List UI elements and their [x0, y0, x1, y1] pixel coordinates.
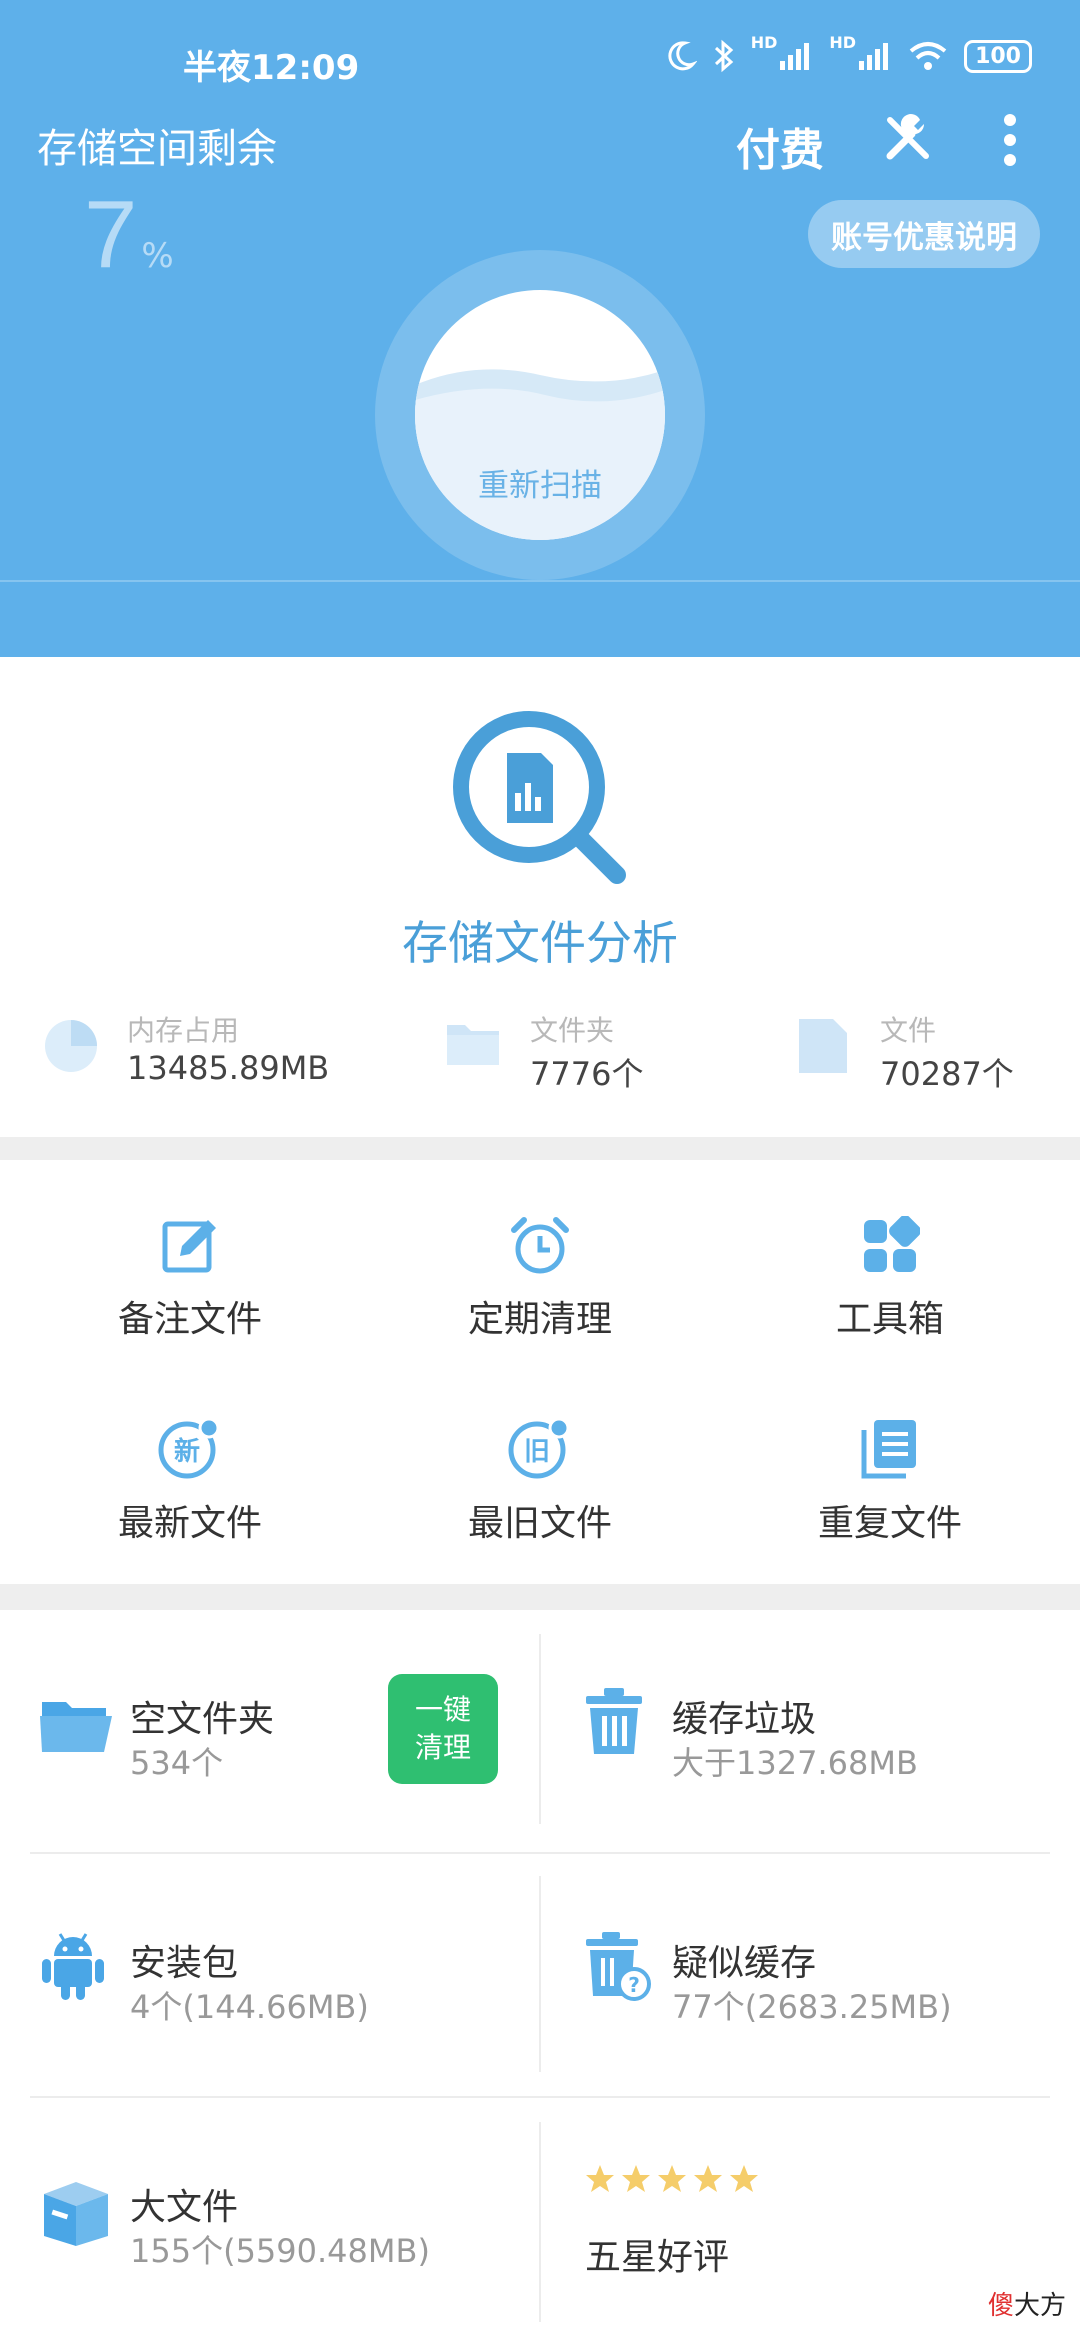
clean-button-line1: 一键 [414, 1693, 471, 1726]
pie-chart-icon [45, 1020, 97, 1072]
feature-newest-files[interactable]: 新 最新文件 [10, 1416, 370, 1546]
stat-files-value: 70287个 [880, 1055, 1014, 1093]
folder-icon [447, 1025, 499, 1065]
stat-folders-value: 7776个 [530, 1055, 644, 1093]
rescan-label: 重新扫描 [478, 468, 602, 504]
feature-note-label: 备注文件 [117, 1299, 262, 1340]
svg-text:?: ? [628, 1973, 640, 1997]
header-panel: 半夜12:09 HD HD 100 存储空间剩余 付费 7% 账号优惠说明 重新… [0, 0, 1080, 657]
hd-label-2: HD [829, 32, 857, 52]
percent-unit: % [141, 236, 174, 276]
stat-memory-value: 13485.89MB [127, 1049, 330, 1087]
cache-junk-size: 大于1327.68MB [672, 1744, 918, 1782]
cache-junk-title: 缓存垃圾 [672, 1699, 817, 1740]
feature-scheduled-label: 定期清理 [467, 1299, 612, 1340]
wifi-icon [909, 42, 947, 70]
battery-indicator: 100 [964, 39, 1032, 73]
star-icon [694, 2165, 722, 2192]
feature-toolbox[interactable]: 工具箱 [710, 1216, 1070, 1342]
open-folder-icon [40, 1702, 112, 1752]
feature-grid: 备注文件 定期清理 工具箱 新 最新文件 旧 最旧文件 重复文件 [0, 1160, 1080, 1584]
suspect-cache-title: 疑似缓存 [672, 1943, 817, 1984]
feature-duplicate-label: 重复文件 [817, 1503, 962, 1544]
tile-divider-v1 [539, 1634, 541, 1824]
star-icon [586, 2165, 614, 2192]
watermark: 傻大方 [988, 2285, 1066, 2322]
big-files-count: 155个(5590.48MB) [130, 2232, 430, 2270]
account-promo-button[interactable]: 账号优惠说明 [808, 200, 1040, 268]
feature-duplicate-files[interactable]: 重复文件 [710, 1416, 1070, 1546]
feature-note-files[interactable]: 备注文件 [10, 1216, 370, 1342]
status-icons: HD HD 100 [663, 33, 1032, 74]
empty-folder-count: 534个 [130, 1744, 224, 1782]
hd-label: HD [750, 32, 778, 52]
feature-newest-label: 最新文件 [117, 1503, 262, 1544]
clean-button-line2: 清理 [414, 1731, 471, 1764]
analysis-title: 存储文件分析 [402, 916, 678, 970]
stat-memory-label: 内存占用 [127, 1014, 240, 1047]
stat-folders-label: 文件夹 [530, 1014, 615, 1047]
box-icon [44, 2182, 108, 2246]
remaining-percent: 7% [84, 180, 174, 290]
svg-text:旧: 旧 [524, 1437, 550, 1467]
big-files-title: 大文件 [130, 2187, 239, 2228]
newest-file-icon: 新 [158, 1417, 220, 1479]
more-menu-icon[interactable] [1000, 110, 1020, 170]
tile-divider-v3 [539, 2122, 541, 2322]
edit-note-icon [162, 1220, 216, 1273]
tile-divider-v2 [539, 1876, 541, 2072]
five-star-rating[interactable] [585, 2164, 759, 2194]
toolbox-grid-icon [864, 1216, 920, 1272]
tile-cache-junk[interactable]: 缓存垃圾 大于1327.68MB [582, 1688, 1052, 1800]
tools-icon[interactable] [882, 112, 934, 164]
rescan-button[interactable]: 重新扫描 [415, 290, 665, 540]
magnifier-analysis-icon [453, 711, 626, 884]
status-bar: 半夜12:09 HD HD 100 [0, 0, 1080, 120]
analysis-card[interactable]: 存储文件分析 内存占用 13485.89MB 文件夹 7776个 文件 7028… [0, 657, 1080, 1137]
apk-title: 安装包 [130, 1943, 239, 1984]
one-click-clean-button[interactable]: 一键 清理 [388, 1674, 498, 1784]
duplicate-file-icon [861, 1420, 916, 1479]
watermark-part1: 傻 [987, 2291, 1014, 2321]
suspect-cache-count: 77个(2683.25MB) [672, 1988, 952, 2026]
wave-line [0, 580, 1080, 582]
page-title: 存储空间剩余 [37, 126, 277, 172]
apk-count: 4个(144.66MB) [130, 1988, 369, 2026]
file-icon [799, 1019, 847, 1073]
feature-toolbox-label: 工具箱 [835, 1299, 944, 1340]
trash-can-icon [586, 1688, 642, 1754]
pay-button[interactable]: 付费 [736, 114, 824, 178]
signal-icon [780, 43, 810, 70]
tile-big-files[interactable]: 大文件 155个(5590.48MB) [40, 2178, 520, 2288]
oldest-file-icon: 旧 [508, 1417, 570, 1479]
feature-oldest-label: 最旧文件 [467, 1503, 612, 1544]
bluetooth-icon [714, 39, 733, 73]
percent-value: 7 [84, 181, 138, 288]
svg-text:新: 新 [174, 1436, 200, 1467]
moon-icon [668, 41, 697, 71]
empty-folder-title: 空文件夹 [130, 1699, 275, 1740]
star-icon [658, 2165, 686, 2192]
stat-files-label: 文件 [880, 1014, 937, 1047]
tile-divider-h2 [30, 2096, 1050, 2098]
feature-oldest-files[interactable]: 旧 最旧文件 [360, 1416, 720, 1546]
watermark-part2: 大方 [1013, 2291, 1066, 2321]
tile-suspect-cache[interactable]: ? 疑似缓存 77个(2683.25MB) [582, 1932, 1052, 2044]
star-icon [730, 2165, 758, 2192]
feature-scheduled-clean[interactable]: 定期清理 [360, 1216, 720, 1342]
suspect-trash-icon: ? [586, 1932, 651, 2001]
signal-icon-2 [859, 43, 889, 70]
tile-divider-h1 [30, 1852, 1050, 1854]
status-time: 半夜12:09 [183, 48, 360, 88]
alarm-clock-icon [511, 1217, 569, 1274]
android-icon [42, 1933, 104, 2000]
star-icon [622, 2165, 650, 2192]
five-star-review-label[interactable]: 五星好评 [585, 2228, 729, 2280]
tile-apk[interactable]: 安装包 4个(144.66MB) [40, 1933, 520, 2044]
